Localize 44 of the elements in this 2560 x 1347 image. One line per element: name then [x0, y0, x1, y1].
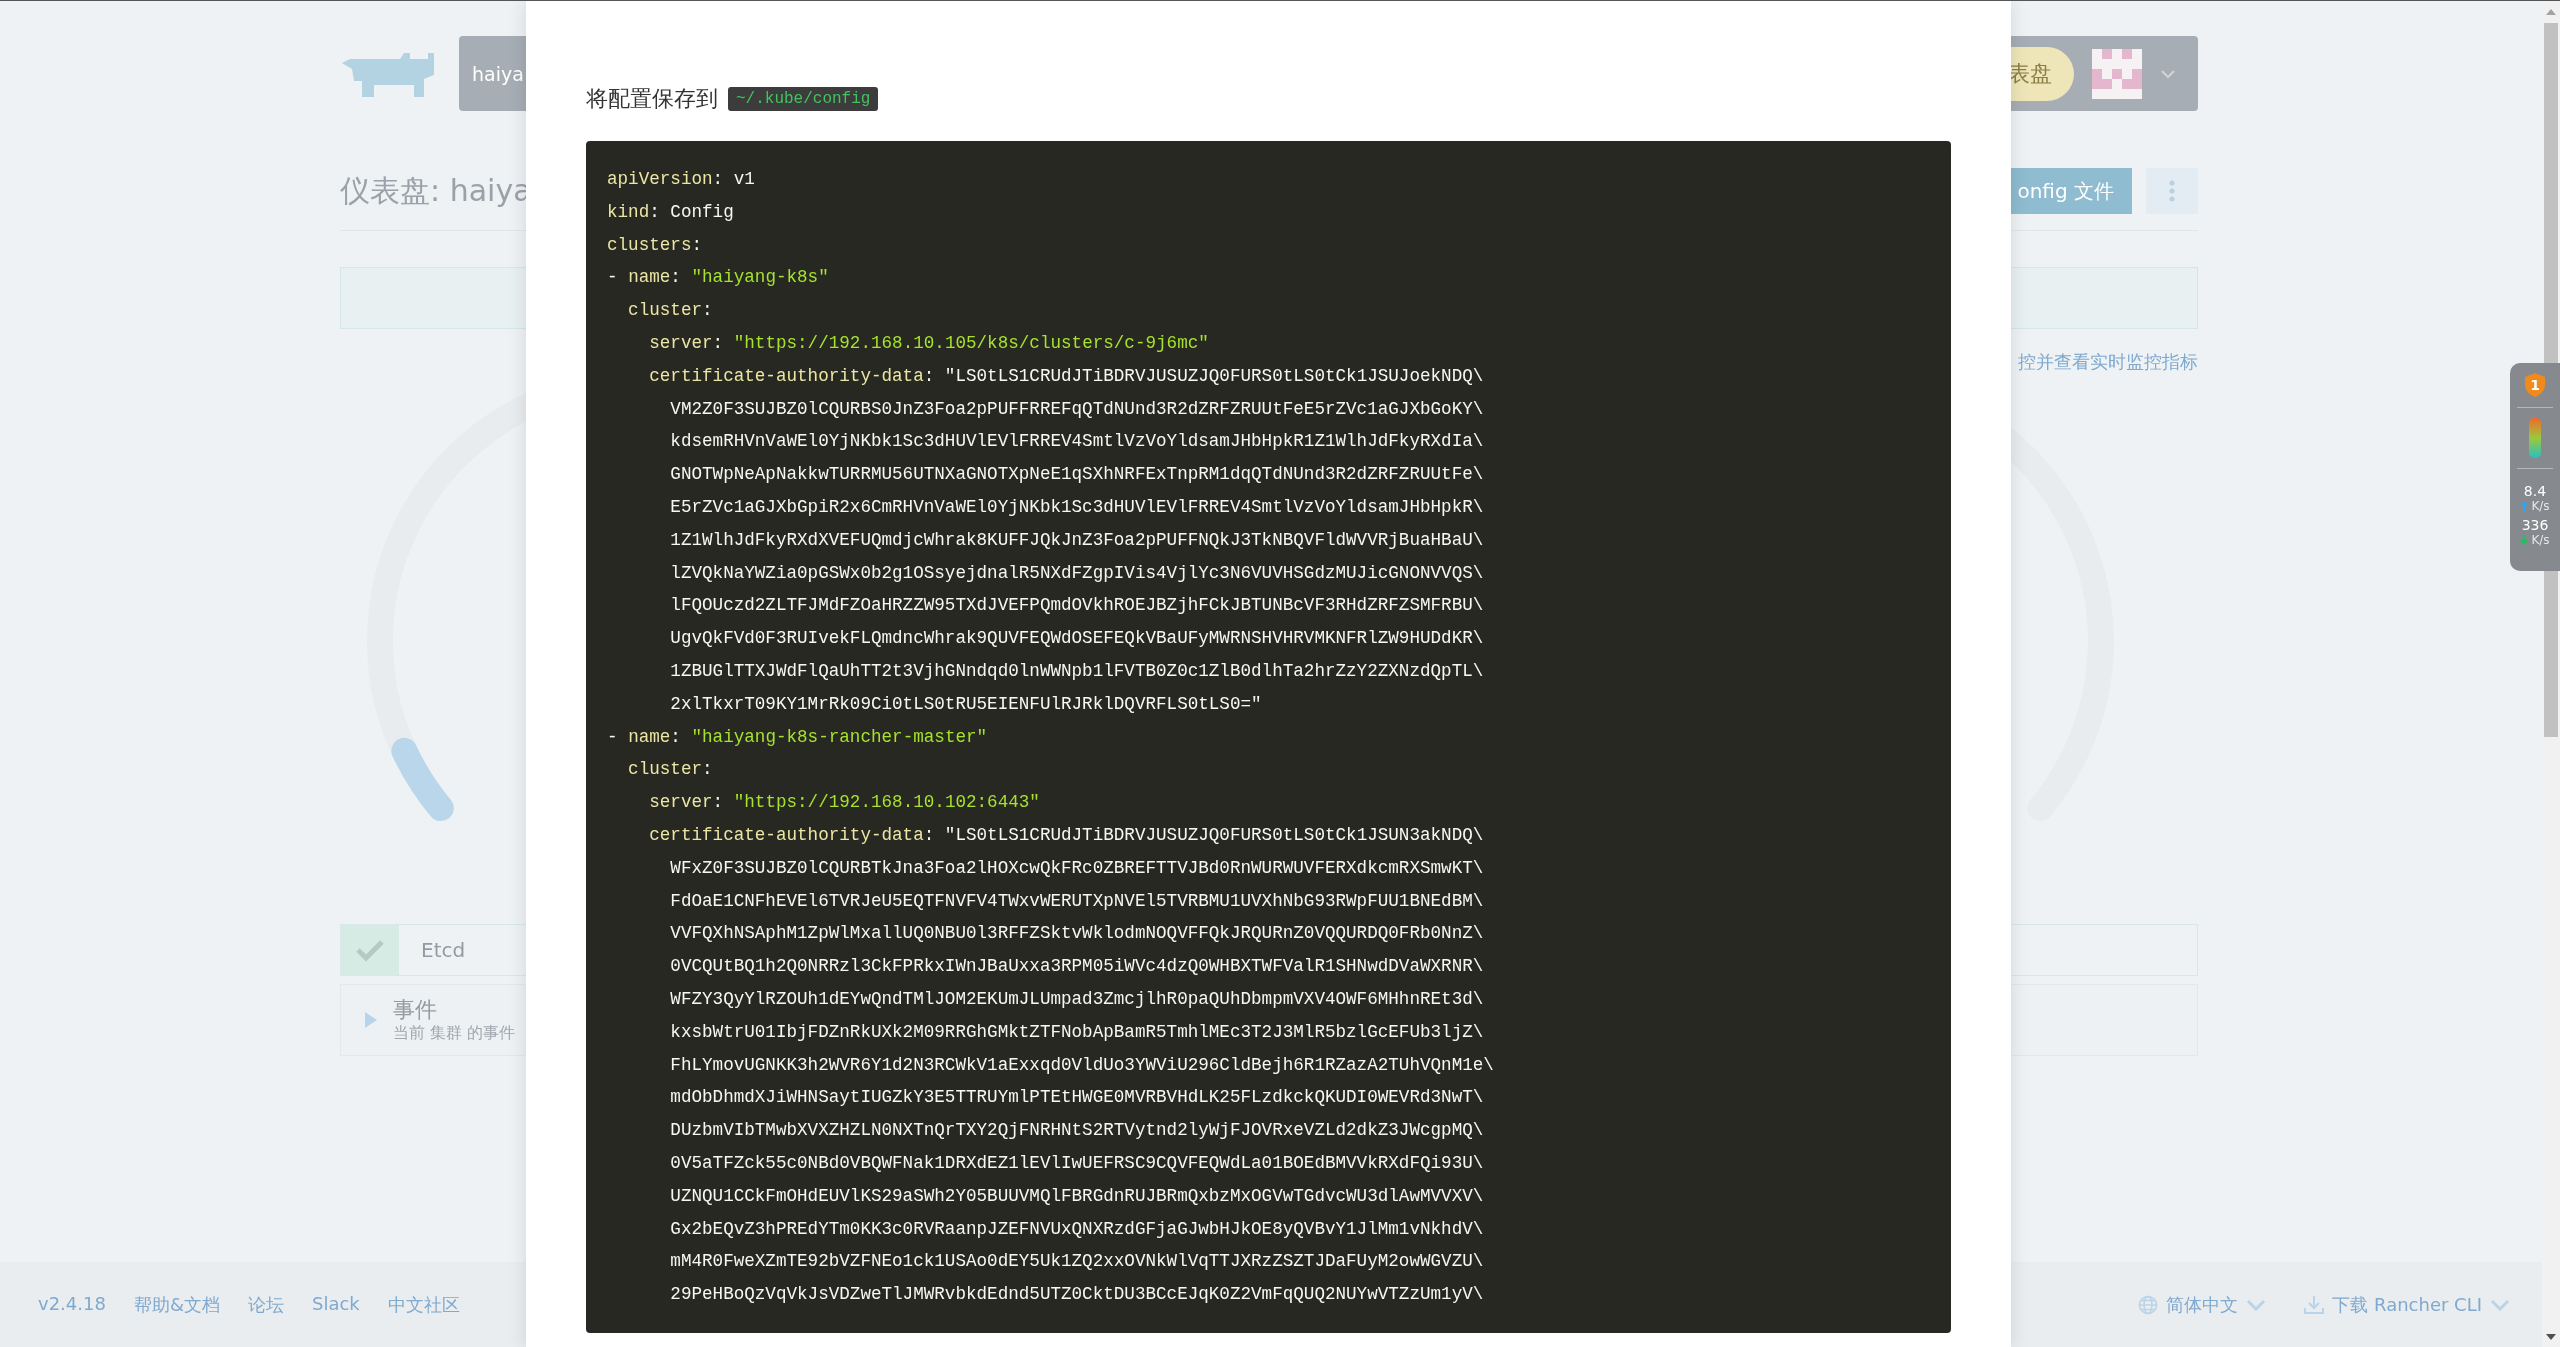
code-line: 0V5aTFZck55c0NBd0VBQWFNak1DRXdEZ1lEVlIwUEFRSC9CQVFEQWdLa01BOEdBMVVkRXdFQi93U\ — [669, 1151, 1484, 1175]
events-subtitle: 当前 集群 的事件 — [393, 1023, 516, 1043]
code-line: UZNQU1CCkFmOHdEUVlKS29aSWh2Y05BUUVMQlFBRGdnRUJBRmQxbzMxOGVwTGdvcWU3dlAwMVVXV\ — [669, 1184, 1484, 1208]
etcd-label: Etcd — [420, 938, 466, 962]
speed-unit: K/s — [2531, 533, 2550, 547]
code-line: kxsbWtrU01IbjFDZnRkUXk2M09RRGhGMktZTFNobApBamR5TmhlMEc3T2J3MlR5bzlGcEFUb3ljZ\ — [669, 1020, 1484, 1044]
code-line: WFZY3QyYlRZOUh1dEYwQndTMlJOM2EKUmJLUmpad3ZmcjlhR0paQUhDbmpmVXV4OWF6MHhnREt3d\ — [669, 987, 1484, 1011]
code-line: 1Z1WlhJdFkyRXdXVEFUQmdjcWhrak8KUFFJQkJnZ3Foa2pPUFFNQkJ3TkNBQVFldWVVRjBuaHBaU\ — [669, 528, 1484, 552]
code-line: UgvQkFVd0F3RUIvekFLQmdncWhrak9QUVFEQWdOSEFEQkVBaUFyMWRNSHVHRVMKNFRlZW9HUDdKR\ — [669, 627, 1484, 651]
save-instruction: 将配置保存到 — [586, 85, 718, 113]
code-line: 0VCQUtBQ1h2Q0NRRzl3CkFPRkxIWnJBaUxxa3RPM05iWVc4dzQ0WHBXTWFValR1SHNwdDVaWXRNR\ — [669, 955, 1484, 979]
code-line: WFxZ0F3SUJBZ0lCQURBTkJna3Foa2lHOXcwQkFRc0ZBREFTTVJBd0RnWURWUVFERXdkcmRXSmwKT\ — [669, 856, 1484, 880]
code-line: - name: "haiyang-k8s" — [607, 266, 829, 290]
code-line: lFQOUczd2ZLTFJMdFZOaHRZZW95TXdJVEFPQmdOVkhROEJBZjhFCkJBTUNBcVF3RHdZRFZSMFRBU\ — [669, 594, 1484, 618]
code-line: clusters: — [607, 233, 703, 257]
code-line: cluster: — [627, 758, 713, 782]
code-line: kind: Config — [607, 200, 734, 224]
code-line: VM2Z0F3SUJBZ0lCQURBS0JnZ3Foa2pPUFFRREFqQTdNUnd3R2dZRFZRUUtFeE5rZVc1aGJXbGoKY\ — [669, 397, 1484, 421]
download-speed: 336 — [2521, 517, 2549, 533]
code-line: cluster: — [627, 299, 713, 323]
code-line: apiVersion: v1 — [607, 168, 755, 191]
code-line: kdsemRHVnVaWEl0YjNKbk1Sc3dHUVlEVlFRREV4SmtlVzVoYldsamJHbHpkR1Z1WlhJdFkyRXdIa\ — [669, 430, 1484, 454]
code-line: certificate-authority-data: "LS0tLS1CRUdJTiBDRVJUSUZJQ0FURS0tLS0tCk1JSUN3akNDQ\ — [648, 823, 1484, 847]
code-line: FdOaE1CNFhEVEl6TVRJeU5EQTFNVFV4TWxvWERUTXpNVEl5TVRBMU1UVXhNbG93RWpFUU1BNEdBM\ — [669, 889, 1484, 913]
speed-unit: K/s — [2531, 499, 2550, 513]
config-path: ~/.kube/config — [728, 87, 879, 111]
code-line: mM4R0FweXZmTE92bVZFNEo1ck1USAo0dEY5Uk1ZQ2xxOVNkWlVqTTJXRzZSZTJDaFUyM2owWGVZU\ — [669, 1250, 1484, 1274]
code-line: 1ZBUGlTTXJWdFlQaUhTT2t3VjhGNndqd0lnWWNpb1lFVTB0Z0c1ZlB0dlhTa2hrZzY2ZXNzdQpTL\ — [669, 659, 1484, 683]
code-line: FhLYmovUGNKK3h2WVR6Y1d2N3RCWkV1aExxqd0VldUo3YWViU296CldBejh6R1RZazA2TUhVQnM1e\ — [669, 1053, 1494, 1077]
upload-speed: 8.4 — [2523, 483, 2547, 499]
code-line: lZVQkNaYWZia0pGSWx0b2g1OSsyejdnalR5NXdFZgpIVis4VjlYc3N6VUVHSGdzMUJicGNONVVQS\ — [669, 561, 1484, 585]
code-line: certificate-authority-data: "LS0tLS1CRUdJTiBDRVJUSUZJQ0FURS0tLS0tCk1JSUJoekNDQ\ — [648, 364, 1484, 388]
code-line: VVFQXhNSAphM1ZpWlMxallUQ0NBU0l3RFFZSktvWklodmNOQVFFQkJRQURnZ0VQQURDQ0FRb0NnZ\ — [669, 922, 1484, 946]
code-line: E5rZVc1aGJXbGpiR2x6CmRHVnVaWEl0YjNKbk1Sc3dHUVlEVlFRREV4SmtlVzVoYldsamJHbHpkR\ — [669, 495, 1484, 519]
code-line: server: "https://192.168.10.105/k8s/clusters/c-9j6mc" — [648, 332, 1209, 355]
code-line: 29PeHBoQzVqVkJsVDZweTlJMWRvbkdEdnd5UTZ0CktDU3BCcEJqK0Z2VmFqQUQ2NUYwVTZzUm1yV\ — [669, 1283, 1484, 1307]
code-line: DUzbmVIbTMwbXVXZHZLN0NXTnQrTXY2QjFNRHNtS2RTVytnd2lyWjFJOVRxeVZLd2dkZ3JWcgpMQ\ — [669, 1119, 1484, 1143]
code-line: mdObDhmdXJiWHNSaytIUGZkY3E5TTRUYmlPTEtHWGE0MVRBVHdLK25FLzdkckQKUDI0WEVRd3NwT\ — [669, 1086, 1484, 1110]
code-line: server: "https://192.168.10.102:6443" — [648, 791, 1040, 815]
events-title: 事件 — [393, 997, 438, 1023]
code-line: 2xlTkxrT09KY1MrRk09Ci0tLS0tRU5EIENFUlRJRklDQVRFLS0tLS0=" — [669, 692, 1262, 716]
code-line: - name: "haiyang-k8s-rancher-master" — [607, 725, 988, 749]
code-line: GNOTWpNeApNakkwTURRMU56UTNXaGNOTXpNeE1qSXhNRFExTnpRM1dqQTdNUnd3R2dZRFZRUUtFe\ — [669, 463, 1484, 487]
code-line: Gx2bEQvZ3hPREdYTm0KK3c0RVRaanpJZEFNVUxQNXRzdGFjaGJwbHJkOE8yQVBvY1JlMm1vNkhdV\ — [669, 1217, 1484, 1241]
